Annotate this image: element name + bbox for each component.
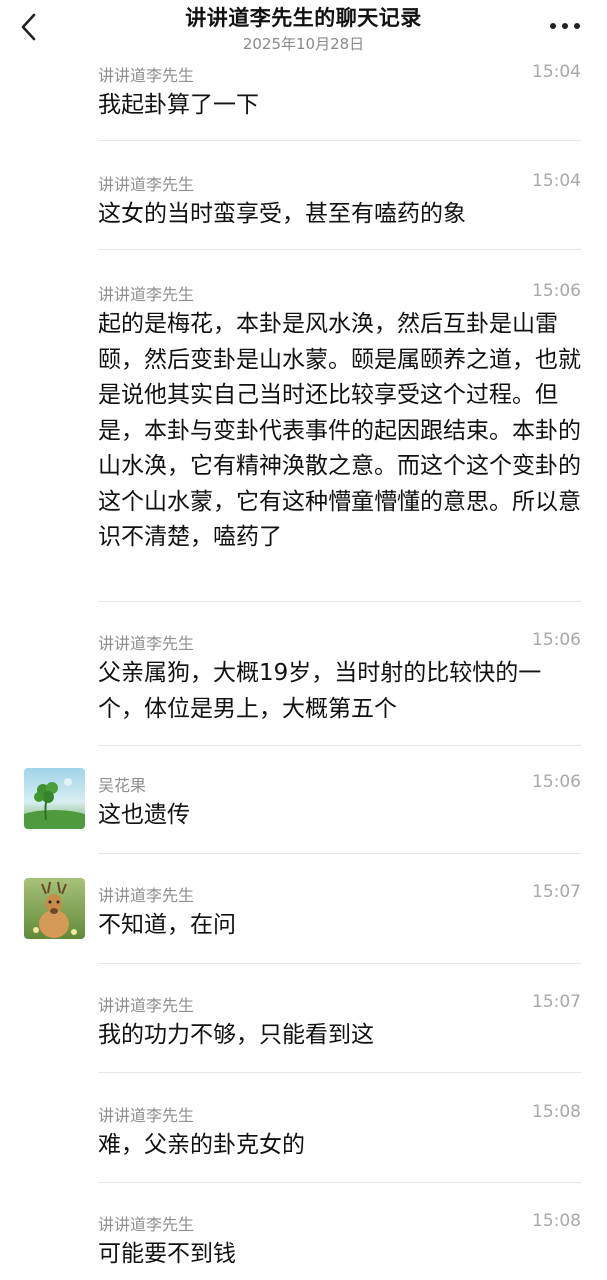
divider — [98, 1072, 581, 1073]
deer-avatar-icon — [24, 878, 85, 939]
message-text: 我起卦算了一下 — [98, 92, 259, 118]
message-text: 这女的当时蛮享受，甚至有嗑药的象 — [98, 201, 466, 227]
divider — [98, 963, 581, 964]
message-time: 15:06 — [532, 772, 581, 792]
divider — [98, 853, 581, 854]
message-time: 15:08 — [532, 1102, 581, 1122]
message-item: 吴花果 15:06 这也遗传 — [0, 768, 607, 842]
message-time: 15:07 — [532, 992, 581, 1012]
message-item: 讲讲道李先生 15:06 父亲属狗，大概19岁，当时射的比较快的一个，体位是男上… — [0, 630, 607, 730]
message-item: 讲讲道李先生 15:06 起的是梅花，本卦是风水涣，然后互卦是山雷颐，然后变卦是… — [0, 281, 607, 581]
message-sender: 讲讲道李先生 — [98, 1106, 195, 1125]
divider — [98, 1182, 581, 1183]
message-sender: 讲讲道李先生 — [98, 886, 195, 905]
avatar[interactable] — [24, 878, 85, 939]
chat-date: 2025年10月28日 — [242, 35, 365, 53]
message-item: 讲讲道李先生 15:04 我起卦算了一下 — [0, 62, 607, 137]
message-item: 讲讲道李先生 15:08 可能要不到钱 — [0, 1211, 607, 1280]
divider — [98, 745, 581, 746]
avatar[interactable] — [24, 768, 85, 829]
message-sender: 吴花果 — [98, 776, 147, 795]
message-item: 讲讲道李先生 15:07 不知道，在问 — [0, 878, 607, 952]
clover-avatar-icon — [24, 768, 85, 829]
message-time: 15:08 — [532, 1211, 581, 1231]
message-text: 我的功力不够，只能看到这 — [98, 1022, 374, 1048]
message-sender: 讲讲道李先生 — [98, 996, 195, 1015]
divider — [98, 601, 581, 602]
message-sender: 讲讲道李先生 — [98, 634, 195, 653]
message-time: 15:04 — [532, 171, 581, 191]
divider — [98, 140, 581, 141]
message-sender: 讲讲道李先生 — [98, 285, 195, 304]
message-time: 15:07 — [532, 882, 581, 902]
message-item: 讲讲道李先生 15:08 难，父亲的卦克女的 — [0, 1102, 607, 1172]
chat-header: 讲讲道李先生的聊天记录 2025年10月28日 — [0, 0, 607, 58]
page-title: 讲讲道李先生的聊天记录 — [185, 6, 422, 30]
more-dots-icon[interactable] — [545, 16, 585, 36]
message-sender: 讲讲道李先生 — [98, 175, 195, 194]
message-text: 父亲属狗，大概19岁，当时射的比较快的一个，体位是男上，大概第五个 — [98, 660, 542, 722]
message-text: 难，父亲的卦克女的 — [98, 1132, 305, 1158]
message-text: 不知道，在问 — [98, 912, 236, 938]
message-text: 起的是梅花，本卦是风水涣，然后互卦是山雷颐，然后变卦是山水蒙。颐是属颐养之道，也… — [98, 311, 581, 550]
message-sender: 讲讲道李先生 — [98, 66, 195, 85]
message-text: 可能要不到钱 — [98, 1241, 236, 1267]
message-text: 这也遗传 — [98, 802, 190, 828]
message-item: 讲讲道李先生 15:04 这女的当时蛮享受，甚至有嗑药的象 — [0, 171, 607, 246]
message-time: 15:04 — [532, 62, 581, 82]
message-time: 15:06 — [532, 281, 581, 301]
message-item: 讲讲道李先生 15:07 我的功力不够，只能看到这 — [0, 992, 607, 1062]
message-time: 15:06 — [532, 630, 581, 650]
divider — [98, 249, 581, 250]
message-sender: 讲讲道李先生 — [98, 1215, 195, 1234]
